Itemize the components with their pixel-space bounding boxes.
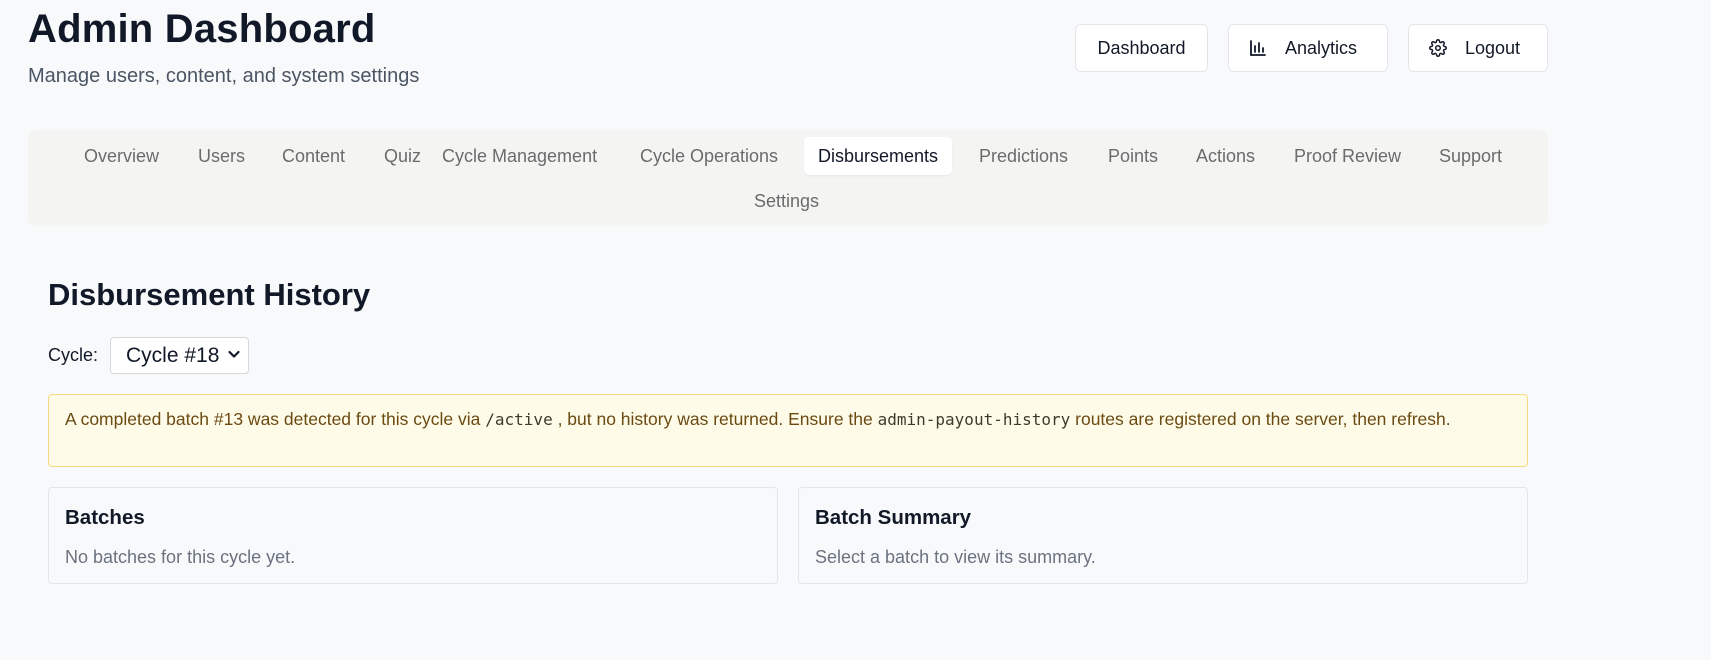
section-title: Disbursement History xyxy=(48,277,371,312)
page-title: Admin Dashboard xyxy=(28,7,376,51)
dashboard-button-label: Dashboard xyxy=(1097,37,1186,58)
tab-support[interactable]: Support xyxy=(1425,137,1516,175)
alert-text-4: routes are registered on the server, the… xyxy=(1070,409,1451,429)
header-actions: Dashboard Analytics Logout xyxy=(1075,24,1548,72)
alert-text-2: was detected for this cycle via xyxy=(243,409,486,429)
analytics-button[interactable]: Analytics xyxy=(1228,24,1388,72)
cycle-select[interactable]: Cycle #18 xyxy=(110,337,249,374)
tab-points[interactable]: Points xyxy=(1094,137,1172,175)
alert-code-route: admin-payout-history xyxy=(877,410,1071,429)
tab-users[interactable]: Users xyxy=(184,137,259,175)
cycle-label: Cycle: xyxy=(48,345,99,365)
tab-actions[interactable]: Actions xyxy=(1182,137,1269,175)
batches-card-title: Batches xyxy=(65,506,145,529)
logout-button[interactable]: Logout xyxy=(1408,24,1548,72)
tab-overview[interactable]: Overview xyxy=(70,137,173,175)
alert-batch-number: #13 xyxy=(213,409,244,429)
gear-icon xyxy=(1429,39,1447,57)
bar-chart-icon xyxy=(1249,39,1267,57)
tab-cycle-management[interactable]: Cycle Management xyxy=(428,137,611,175)
batches-empty-text: No batches for this cycle yet. xyxy=(65,547,296,567)
batches-card: Batches No batches for this cycle yet. xyxy=(48,487,778,584)
tab-predictions[interactable]: Predictions xyxy=(965,137,1082,175)
tab-proof-review[interactable]: Proof Review xyxy=(1280,137,1415,175)
batch-summary-empty-text: Select a batch to view its summary. xyxy=(815,547,1096,567)
tab-bar: Overview Users Content Quiz Cycle Manage… xyxy=(28,130,1548,226)
alert-text-1: A completed batch xyxy=(65,409,214,429)
tab-quiz[interactable]: Quiz xyxy=(370,137,435,175)
logout-button-label: Logout xyxy=(1465,37,1521,58)
batch-summary-card-title: Batch Summary xyxy=(815,506,972,529)
analytics-button-label: Analytics xyxy=(1285,37,1358,58)
page-subtitle: Manage users, content, and system settin… xyxy=(28,65,420,87)
cycle-select-value: Cycle #18 xyxy=(126,343,220,367)
batch-summary-card: Batch Summary Select a batch to view its… xyxy=(798,487,1528,584)
alert-code-active: /active xyxy=(485,410,553,429)
tab-disbursements[interactable]: Disbursements xyxy=(804,137,953,175)
dashboard-button[interactable]: Dashboard xyxy=(1075,24,1208,72)
chevron-down-icon xyxy=(226,344,242,368)
tab-settings[interactable]: Settings xyxy=(740,182,833,220)
alert-text-3: , but no history was returned. Ensure th… xyxy=(552,409,878,429)
tab-content[interactable]: Content xyxy=(268,137,359,175)
tab-cycle-operations[interactable]: Cycle Operations xyxy=(626,137,792,175)
warning-alert: A completed batch #13 was detected for t… xyxy=(48,394,1528,467)
